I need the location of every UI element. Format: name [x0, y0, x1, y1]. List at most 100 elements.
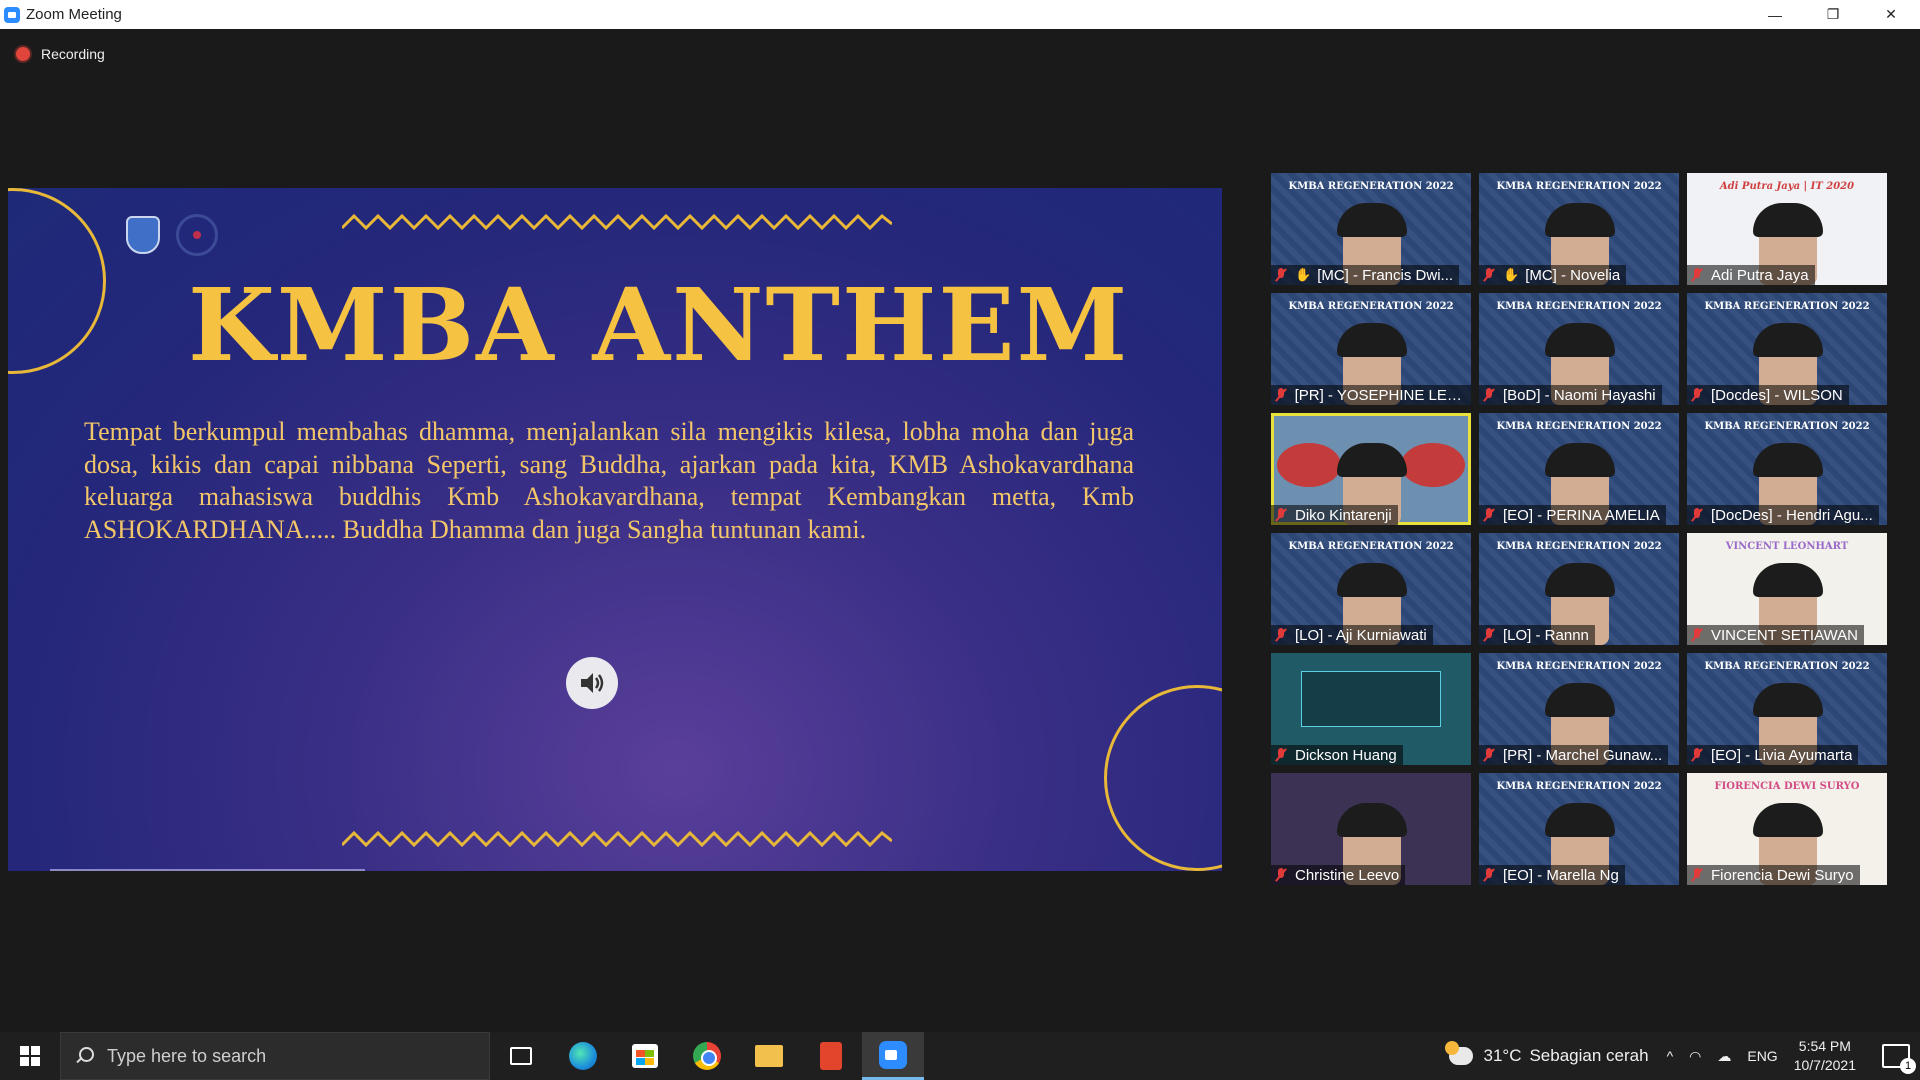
participant-name-bar: VINCENT SETIAWAN [1687, 625, 1864, 645]
windows-taskbar: Type here to search 31°C Sebagian cerah … [0, 1032, 1920, 1080]
window-controls: — ❐ ✕ [1746, 0, 1920, 29]
virtual-background-banner: KMBA REGENERATION 2022 [1288, 541, 1454, 552]
virtual-background-banner: FIORENCIA DEWI SURYO [1714, 781, 1860, 792]
participant-name-bar: ✋ [MC] - Francis Dwi... [1271, 265, 1460, 285]
participant-name-bar: [EO] - Livia Ayumarta [1687, 745, 1859, 765]
maximize-button[interactable]: ❐ [1804, 0, 1862, 29]
start-button[interactable] [0, 1032, 60, 1080]
close-button[interactable]: ✕ [1862, 0, 1920, 29]
muted-mic-icon [1483, 868, 1495, 882]
participant-name: [DocDes] - Hendri Agu... [1711, 506, 1873, 524]
virtual-background-banner: KMBA REGENERATION 2022 [1496, 181, 1662, 192]
participant-name: Dickson Huang [1295, 746, 1397, 764]
raised-hand-icon: ✋ [1503, 267, 1520, 282]
taskbar-search-box[interactable]: Type here to search [60, 1032, 490, 1080]
participant-tile[interactable]: KMBA REGENERATION 2022 [LO] - Aji Kurniaw… [1271, 533, 1471, 645]
office-button[interactable] [800, 1032, 862, 1080]
participant-tile[interactable]: KMBA REGENERATION 2022 [BoD] - Naomi Haya… [1479, 293, 1679, 405]
dharma-wheel-logo-icon [176, 214, 218, 256]
participant-tile[interactable]: KMBA REGENERATION 2022 [EO] - Marella Ng [1479, 773, 1679, 885]
participant-tile[interactable]: KMBA REGENERATION 2022 [PR] - YOSEPHINE L… [1271, 293, 1471, 405]
participant-tile[interactable]: KMBA REGENERATION 2022 ✋ [MC] - Francis Dw… [1271, 173, 1471, 285]
virtual-background-banner: KMBA REGENERATION 2022 [1704, 421, 1870, 432]
language-indicator[interactable]: ENG [1747, 1048, 1777, 1064]
participant-tile[interactable]: KMBA REGENERATION 2022 [PR] - Marchel Gun… [1479, 653, 1679, 765]
participant-name-bar: [Docdes] - WILSON [1687, 385, 1849, 405]
onedrive-cloud-icon[interactable]: ☁ [1717, 1048, 1731, 1065]
partly-cloudy-icon[interactable] [1445, 1041, 1474, 1065]
participant-name: VINCENT SETIAWAN [1711, 626, 1858, 644]
participant-name: [LO] - Aji Kurniawati [1295, 626, 1427, 644]
muted-mic-icon [1483, 628, 1495, 642]
muted-mic-icon [1691, 268, 1703, 282]
store-icon [632, 1044, 658, 1068]
participant-name-bar: Diko Kintarenji [1271, 505, 1398, 525]
participant-tile[interactable]: KMBA REGENERATION 2022 [LO] - Rannn [1479, 533, 1679, 645]
virtual-background-banner: Adi Putra Jaya | IT 2020 [1719, 181, 1855, 192]
file-explorer-icon [755, 1045, 783, 1067]
wifi-icon[interactable]: ◠ [1689, 1048, 1701, 1065]
virtual-background-banner: KMBA REGENERATION 2022 [1704, 301, 1870, 312]
participant-name: [PR] - YOSEPHINE LEO... [1294, 386, 1465, 404]
virtual-background-banner: KMBA REGENERATION 2022 [1496, 541, 1662, 552]
participant-name-bar: [EO] - PERINA AMELIA [1479, 505, 1666, 525]
recording-dot-icon [16, 47, 30, 61]
weather-temperature[interactable]: 31°C [1483, 1046, 1521, 1066]
participant-name: Fiorencia Dewi Suryo [1711, 866, 1854, 884]
office-icon [820, 1042, 842, 1070]
participant-name-bar: [LO] - Rannn [1479, 625, 1595, 645]
muted-mic-icon [1691, 508, 1703, 522]
participant-tile[interactable]: Dickson Huang [1271, 653, 1471, 765]
zoom-taskbar-button[interactable] [862, 1032, 924, 1080]
participant-tile[interactable]: KMBA REGENERATION 2022 [EO] - Livia Ayuma… [1687, 653, 1887, 765]
participant-name-bar: [PR] - YOSEPHINE LEO... [1271, 385, 1471, 405]
store-button[interactable] [614, 1032, 676, 1080]
muted-mic-icon [1483, 508, 1495, 522]
clock-date: 10/7/2021 [1793, 1057, 1856, 1073]
virtual-background-banner: KMBA REGENERATION 2022 [1496, 421, 1662, 432]
show-hidden-icons-chevron-icon[interactable]: ^ [1667, 1048, 1674, 1064]
media-progress-bar[interactable] [50, 869, 365, 871]
participant-tile[interactable]: VINCENT LEONHART VINCENT SETIAWAN [1687, 533, 1887, 645]
muted-mic-icon [1275, 388, 1287, 402]
muted-mic-icon [1275, 628, 1287, 642]
task-view-button[interactable] [490, 1032, 552, 1080]
participant-tile[interactable]: KMBA REGENERATION 2022 ✋ [MC] - Novelia [1479, 173, 1679, 285]
participant-name-bar: [LO] - Aji Kurniawati [1271, 625, 1433, 645]
weather-condition[interactable]: Sebagian cerah [1529, 1046, 1648, 1066]
participant-tile[interactable]: Diko Kintarenji [1271, 413, 1471, 525]
participant-name: [PR] - Marchel Gunaw... [1503, 746, 1663, 764]
zigzag-border-top [342, 213, 892, 231]
chrome-button[interactable] [676, 1032, 738, 1080]
muted-mic-icon [1483, 268, 1495, 282]
recording-indicator[interactable]: Recording [16, 46, 105, 62]
raised-hand-icon: ✋ [1295, 267, 1312, 282]
participant-name-bar: Fiorencia Dewi Suryo [1687, 865, 1860, 885]
muted-mic-icon [1691, 388, 1703, 402]
virtual-background-banner: KMBA REGENERATION 2022 [1288, 181, 1454, 192]
muted-mic-icon [1275, 868, 1287, 882]
zoom-icon [879, 1040, 907, 1069]
participant-name: [EO] - Marella Ng [1503, 866, 1619, 884]
notification-center-icon[interactable]: 1 [1882, 1044, 1916, 1074]
title-bar: Zoom Meeting — ❐ ✕ [0, 0, 1920, 29]
virtual-background-banner: KMBA REGENERATION 2022 [1496, 661, 1662, 672]
participant-tile[interactable]: KMBA REGENERATION 2022 [EO] - PERINA AMEL… [1479, 413, 1679, 525]
taskbar-clock[interactable]: 5:54 PM 10/7/2021 [1794, 1037, 1856, 1075]
clock-time: 5:54 PM [1798, 1038, 1851, 1054]
participant-tile[interactable]: KMBA REGENERATION 2022 [Docdes] - WILSON [1687, 293, 1887, 405]
edge-button[interactable] [552, 1032, 614, 1080]
speaker-icon[interactable] [566, 657, 618, 709]
virtual-background-banner: VINCENT LEONHART [1725, 541, 1849, 552]
participant-tile[interactable]: KMBA REGENERATION 2022 [DocDes] - Hendri … [1687, 413, 1887, 525]
virtual-background-banner: KMBA REGENERATION 2022 [1704, 661, 1870, 672]
minimize-button[interactable]: — [1746, 0, 1804, 29]
participant-name: Christine Leevo [1295, 866, 1400, 884]
participant-tile[interactable]: Christine Leevo [1271, 773, 1471, 885]
search-placeholder: Type here to search [107, 1045, 267, 1066]
file-explorer-button[interactable] [738, 1032, 800, 1080]
participant-tile[interactable]: Adi Putra Jaya | IT 2020 Adi Putra Jaya [1687, 173, 1887, 285]
participant-tile[interactable]: FIORENCIA DEWI SURYO Fiorencia Dewi Suryo [1687, 773, 1887, 885]
zigzag-border-bottom [342, 830, 892, 848]
muted-mic-icon [1691, 868, 1703, 882]
